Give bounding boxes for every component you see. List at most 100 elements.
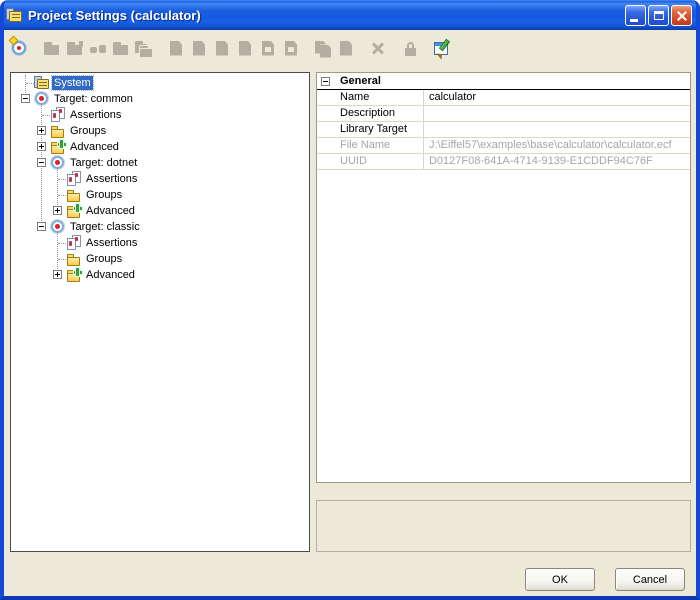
tree-item-label: Target: common xyxy=(52,92,135,106)
collapse-expander[interactable] xyxy=(37,222,46,231)
property-value[interactable] xyxy=(424,106,690,121)
document-add-2-button xyxy=(189,38,209,59)
tree-item-target-classic[interactable]: Target: classic xyxy=(11,219,309,235)
expand-expander[interactable] xyxy=(53,206,62,215)
tree-connector xyxy=(26,83,34,84)
tree-item-advanced[interactable]: Advanced xyxy=(11,139,309,155)
folder-icon xyxy=(66,251,82,267)
property-row-description: Description xyxy=(317,106,690,122)
window-controls xyxy=(625,5,692,26)
expand-expander[interactable] xyxy=(37,126,46,135)
document-add-4-button xyxy=(235,38,255,59)
property-value[interactable]: calculator xyxy=(424,90,690,105)
tree-connector xyxy=(58,195,66,196)
tree-item-label: Assertions xyxy=(84,236,139,250)
rename-button xyxy=(88,38,108,59)
document-add-5-button xyxy=(258,38,278,59)
folder-move-button xyxy=(111,38,131,59)
advanced-icon xyxy=(66,267,82,283)
tree-connector xyxy=(58,243,66,244)
tree-item-label: Groups xyxy=(68,124,108,138)
ok-button[interactable]: OK xyxy=(525,568,595,591)
property-row-name: Namecalculator xyxy=(317,90,690,106)
collapse-expander[interactable] xyxy=(37,158,46,167)
close-button[interactable] xyxy=(671,5,692,26)
tree-item-label: Advanced xyxy=(84,204,137,218)
tree-item-label: Advanced xyxy=(68,140,121,154)
tree-item-label: Assertions xyxy=(68,108,123,122)
target-icon xyxy=(34,91,50,107)
tree-item-label: System xyxy=(52,76,93,90)
edit-configuration-button[interactable] xyxy=(432,38,452,59)
target-icon xyxy=(50,219,66,235)
settings-tree: System Target: common Assertions Groups Adva… xyxy=(11,73,309,283)
folder-icon xyxy=(50,123,66,139)
property-section-title: General xyxy=(340,75,381,87)
tree-connector xyxy=(57,167,58,211)
property-section-header: General xyxy=(317,73,690,90)
assertions-icon xyxy=(66,171,82,187)
tree-item-assertions[interactable]: Assertions xyxy=(11,235,309,251)
system-icon xyxy=(34,75,50,91)
minimize-button[interactable] xyxy=(625,5,646,26)
tree-item-label: Advanced xyxy=(84,268,137,282)
assertions-icon xyxy=(50,107,66,123)
property-label: File Name xyxy=(317,138,424,153)
tree-item-label: Groups xyxy=(84,252,124,266)
tree-item-advanced[interactable]: Advanced xyxy=(11,203,309,219)
tree-item-target-common[interactable]: Target: common xyxy=(11,91,309,107)
documents-copy-button xyxy=(313,38,333,59)
tree-item-groups[interactable]: Groups xyxy=(11,123,309,139)
tree-connector xyxy=(58,259,66,260)
expand-expander[interactable] xyxy=(37,142,46,151)
expand-expander[interactable] xyxy=(53,270,62,279)
property-label: Library Target xyxy=(317,122,424,137)
tree-item-groups[interactable]: Groups xyxy=(11,251,309,267)
document-paste-button xyxy=(336,38,356,59)
window-icon xyxy=(6,7,23,24)
collapse-section-expander[interactable] xyxy=(321,77,330,86)
tree-connector xyxy=(57,231,58,275)
tree-item-assertions[interactable]: Assertions xyxy=(11,107,309,123)
lock-button xyxy=(400,38,420,59)
folder-icon xyxy=(66,187,82,203)
property-value[interactable] xyxy=(424,122,690,137)
property-row-library-target: Library Target xyxy=(317,122,690,138)
maximize-button[interactable] xyxy=(648,5,669,26)
new-target-button[interactable] xyxy=(10,38,30,59)
collapse-expander[interactable] xyxy=(21,94,30,103)
assertions-icon xyxy=(66,235,82,251)
toolbar xyxy=(10,36,455,60)
delete-button xyxy=(368,38,388,59)
advanced-icon xyxy=(66,203,82,219)
folder-new-button xyxy=(42,38,62,59)
folder-duplicate-button xyxy=(65,38,85,59)
property-value: J:\Eiffel57\examples\base\calculator\cal… xyxy=(424,138,690,153)
tree-item-label: Assertions xyxy=(84,172,139,186)
folders-merge-button xyxy=(134,38,154,59)
tree-item-target-dotnet[interactable]: Target: dotnet xyxy=(11,155,309,171)
window-title: Project Settings (calculator) xyxy=(28,8,625,23)
advanced-icon xyxy=(50,139,66,155)
cancel-button[interactable]: Cancel xyxy=(615,568,685,591)
property-row-file-name: File NameJ:\Eiffel57\examples\base\calcu… xyxy=(317,138,690,154)
tree-item-advanced[interactable]: Advanced xyxy=(11,267,309,283)
project-settings-window: Project Settings (calculator) SystemTa xyxy=(0,0,700,600)
dialog-body: System Target: common Assertions Groups Adva… xyxy=(4,30,696,596)
property-row-uuid: UUIDD0127F08-641A-4714-9139-E1CDDF94C76F xyxy=(317,154,690,170)
property-value: D0127F08-641A-4714-9139-E1CDDF94C76F xyxy=(424,154,690,169)
property-label: UUID xyxy=(317,154,424,169)
tree-item-label: Target: dotnet xyxy=(68,156,139,170)
document-add-1-button xyxy=(166,38,186,59)
tree-item-label: Groups xyxy=(84,188,124,202)
property-label: Description xyxy=(317,106,424,121)
tree-connector xyxy=(42,115,50,116)
tree-item-groups[interactable]: Groups xyxy=(11,187,309,203)
tree-item-assertions[interactable]: Assertions xyxy=(11,171,309,187)
property-label: Name xyxy=(317,90,424,105)
property-grid: General NamecalculatorDescriptionLibrary… xyxy=(316,72,691,483)
tree-item-label: Target: classic xyxy=(68,220,142,234)
tree-item-system[interactable]: System xyxy=(11,75,309,91)
settings-tree-panel: System Target: common Assertions Groups Adva… xyxy=(10,72,310,552)
titlebar[interactable]: Project Settings (calculator) xyxy=(0,0,700,30)
